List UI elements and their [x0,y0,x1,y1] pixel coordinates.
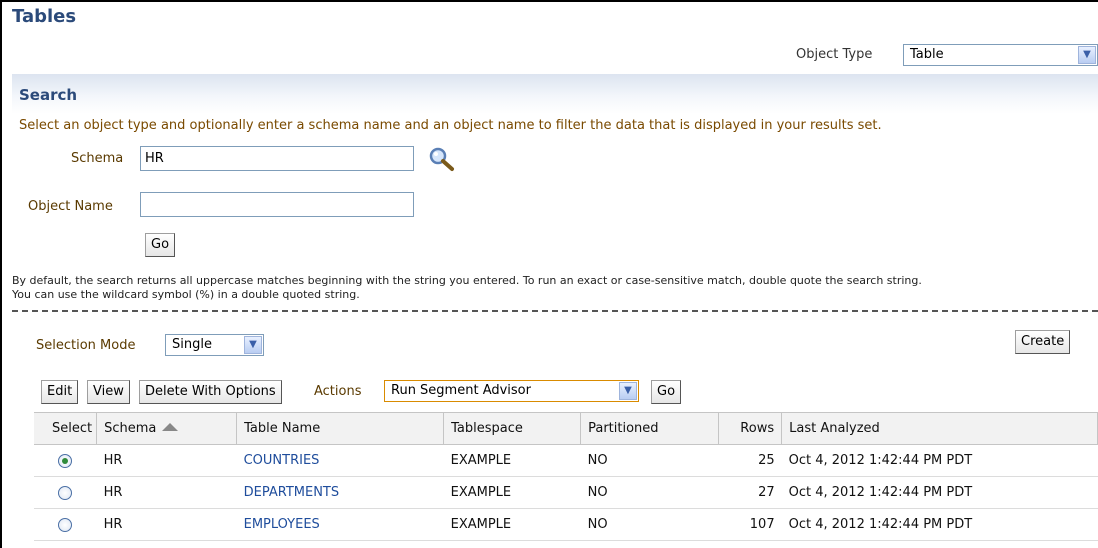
search-hint: By default, the search returns all upper… [12,274,922,302]
schema-label: Schema [71,151,124,166]
search-hint-line-2: You can use the wildcard symbol (%) in a… [12,288,360,301]
window-border-top [0,0,1098,2]
object-name-label: Object Name [28,199,113,214]
row-radio-selected[interactable] [58,453,72,468]
results-table: Select Schema Table Name Tablespace Part… [34,412,1098,541]
page-title: Tables [12,6,77,27]
edit-button[interactable]: Edit [41,380,79,404]
actions-select-value: Run Segment Advisor [391,383,531,398]
cell-table-name: EMPLOYEES [236,508,444,541]
cell-table-name: DEPARTMENTS [236,476,444,509]
row-radio[interactable] [58,485,72,500]
search-instruction: Select an object type and optionally ent… [19,118,882,133]
create-button[interactable]: Create [1015,330,1071,354]
chevron-down-icon[interactable]: ▼ [244,336,262,354]
view-button[interactable]: View [87,380,130,404]
search-heading: Search [19,86,78,104]
object-type-select[interactable]: Table ▼ [903,44,1098,66]
col-header-tablespace[interactable]: Tablespace [443,412,582,445]
selection-mode-select[interactable]: Single ▼ [165,334,264,356]
search-icon[interactable] [428,146,456,172]
cell-table-name: COUNTRIES [236,444,444,477]
cell-partitioned: NO [580,476,719,509]
cell-partitioned: NO [580,508,719,541]
table-link-departments[interactable]: DEPARTMENTS [244,485,340,500]
row-select-cell [34,508,97,541]
cell-last-analyzed: Oct 4, 2012 1:42:44 PM PDT [781,444,1098,477]
col-header-last-analyzed[interactable]: Last Analyzed [781,412,1098,445]
cell-tablespace: EXAMPLE [443,476,581,509]
col-header-table-name[interactable]: Table Name [236,412,445,445]
search-hint-line-1: By default, the search returns all upper… [12,274,922,287]
table-link-countries[interactable]: COUNTRIES [244,453,320,468]
col-header-schema-label: Schema [104,421,157,436]
table-row: HR EMPLOYEES EXAMPLE NO 107 Oct 4, 2012 … [34,508,1098,541]
section-divider [12,310,1098,312]
row-radio[interactable] [58,517,72,532]
search-header-band [12,74,1098,114]
delete-with-options-button[interactable]: Delete With Options [139,380,282,404]
cell-schema: HR [96,476,237,509]
object-type-label: Object Type [796,47,873,62]
cell-rows: 107 [718,508,782,541]
search-go-button[interactable]: Go [145,233,176,257]
cell-schema: HR [96,508,237,541]
table-row: HR COUNTRIES EXAMPLE NO 25 Oct 4, 2012 1… [34,444,1098,477]
table-link-employees[interactable]: EMPLOYEES [244,517,320,532]
cell-rows: 25 [718,444,782,477]
actions-label: Actions [314,384,362,399]
selection-mode-value: Single [172,337,212,352]
col-header-partitioned[interactable]: Partitioned [580,412,720,445]
table-row: HR DEPARTMENTS EXAMPLE NO 27 Oct 4, 2012… [34,476,1098,509]
sort-ascending-icon[interactable] [162,423,179,431]
actions-select[interactable]: Run Segment Advisor ▼ [384,380,639,402]
cell-last-analyzed: Oct 4, 2012 1:42:44 PM PDT [781,508,1098,541]
actions-go-button[interactable]: Go [651,380,682,404]
row-select-cell [34,444,97,477]
table-header-row: Select Schema Table Name Tablespace Part… [34,412,1098,445]
cell-last-analyzed: Oct 4, 2012 1:42:44 PM PDT [781,476,1098,509]
object-name-input[interactable] [140,192,414,217]
selection-mode-label: Selection Mode [36,338,136,353]
row-select-cell [34,476,97,509]
col-header-schema[interactable]: Schema [96,412,238,445]
cell-rows: 27 [718,476,782,509]
col-header-rows[interactable]: Rows [718,412,783,445]
col-header-select: Select [34,412,98,445]
cell-partitioned: NO [580,444,719,477]
chevron-down-icon[interactable]: ▼ [1078,46,1096,64]
cell-schema: HR [96,444,237,477]
cell-tablespace: EXAMPLE [443,508,581,541]
schema-input[interactable] [140,146,414,171]
chevron-down-icon[interactable]: ▼ [619,382,637,400]
object-type-value: Table [910,47,944,62]
cell-tablespace: EXAMPLE [443,444,581,477]
window-border-left [0,0,2,548]
